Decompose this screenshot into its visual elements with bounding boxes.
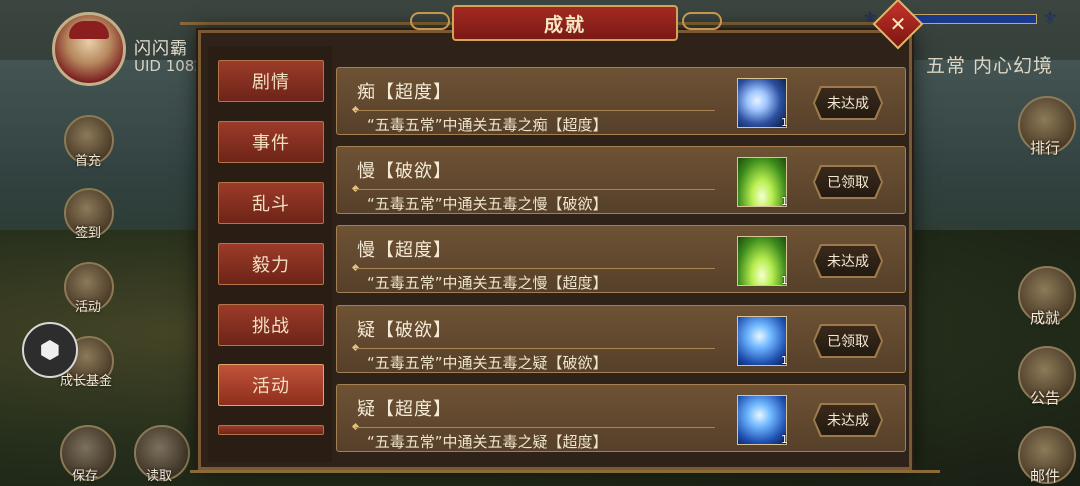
panel-bottom-ornament-line <box>190 470 940 479</box>
achievement-list[interactable]: 痴【超度】 “五毒五常”中通关五毒之痴【超度】 1 未达成 慢【破欲】 “五毒五… <box>336 62 906 460</box>
tab-partial[interactable] <box>218 425 324 435</box>
achievement-desc: “五毒五常”中通关五毒之慢【破欲】 <box>367 195 608 213</box>
growth-fund-label: 成长基金 <box>60 374 113 389</box>
achievement-title: 痴【超度】 <box>357 82 452 103</box>
achievement-desc: “五毒五常”中通关五毒之痴【超度】 <box>367 116 608 134</box>
tab-event[interactable]: 事件 <box>218 121 324 163</box>
title-right-ornament <box>682 12 722 30</box>
location-label: 五常 内心幻境 <box>926 55 1054 77</box>
mail-label: 邮件 <box>1030 467 1061 485</box>
moon-skill-icon[interactable] <box>737 78 787 128</box>
player-name: 闪闪霸 <box>134 39 188 59</box>
achievement-row: 疑【超度】 “五毒五常”中通关五毒之疑【超度】 1 未达成 <box>336 384 906 452</box>
tab-perseverance[interactable]: 毅力 <box>218 243 324 285</box>
divider-line <box>355 268 715 269</box>
lightning-skill-icon[interactable] <box>737 395 787 445</box>
divider-line <box>355 110 715 111</box>
tab-activity[interactable]: 活动 <box>218 364 324 406</box>
sign-in-label: 签到 <box>75 226 102 241</box>
tab-challenge[interactable]: 挑战 <box>218 304 324 346</box>
status-button[interactable]: 未达成 <box>815 405 881 435</box>
floating-cube-icon[interactable]: ⬢ <box>22 322 78 378</box>
notice-label: 公告 <box>1030 389 1061 407</box>
green-light-skill-icon[interactable] <box>737 236 787 286</box>
activity-label: 活动 <box>75 300 102 315</box>
achievement-row: 慢【破欲】 “五毒五常”中通关五毒之慢【破欲】 1 已领取 <box>336 146 906 214</box>
top-progress-bar <box>905 14 1037 24</box>
load-label: 读取 <box>146 469 173 484</box>
reward-count: 1 <box>781 354 788 367</box>
achievement-title: 慢【破欲】 <box>357 161 452 182</box>
save-label: 保存 <box>72 469 99 484</box>
tab-story[interactable]: 剧情 <box>218 60 324 102</box>
avatar-hat <box>69 21 109 39</box>
status-button[interactable]: 已领取 <box>815 326 881 356</box>
reward-count: 1 <box>781 274 788 287</box>
status-button[interactable]: 未达成 <box>815 88 881 118</box>
achievement-desc: “五毒五常”中通关五毒之慢【超度】 <box>367 274 608 292</box>
achievement-row: 痴【超度】 “五毒五常”中通关五毒之痴【超度】 1 未达成 <box>336 67 906 135</box>
achievement-desc: “五毒五常”中通关五毒之疑【超度】 <box>367 433 608 451</box>
achievement-title: 疑【超度】 <box>357 399 452 420</box>
panel-title: 成就 <box>543 13 586 36</box>
achievement-title: 慢【超度】 <box>357 240 452 261</box>
reward-count: 1 <box>781 195 788 208</box>
achievement-title: 疑【破欲】 <box>357 320 452 341</box>
achievement-side-label: 成就 <box>1030 309 1061 327</box>
status-button[interactable]: 已领取 <box>815 167 881 197</box>
achievement-desc: “五毒五常”中通关五毒之疑【破欲】 <box>367 354 608 372</box>
first-recharge-label: 首充 <box>75 154 102 169</box>
close-icon: ✕ <box>889 12 907 36</box>
green-light-skill-icon[interactable] <box>737 157 787 207</box>
ranking-label: 排行 <box>1030 139 1061 157</box>
lightning-skill-icon[interactable] <box>737 316 787 366</box>
divider-line <box>355 348 715 349</box>
divider-line <box>355 189 715 190</box>
achievement-row: 疑【破欲】 “五毒五常”中通关五毒之疑【破欲】 1 已领取 <box>336 305 906 373</box>
bird-icon-right: ⚜ <box>1042 8 1059 29</box>
player-avatar[interactable] <box>52 12 126 86</box>
divider-line <box>355 427 715 428</box>
status-button[interactable]: 未达成 <box>815 246 881 276</box>
panel-title-plate: 成就 <box>452 5 678 41</box>
achievement-row: 慢【超度】 “五毒五常”中通关五毒之慢【超度】 1 未达成 <box>336 225 906 293</box>
title-left-ornament <box>410 12 450 30</box>
player-uid: UID 1082 <box>134 57 204 75</box>
tab-brawl[interactable]: 乱斗 <box>218 182 324 224</box>
reward-count: 1 <box>781 116 788 129</box>
reward-count: 1 <box>781 433 788 446</box>
